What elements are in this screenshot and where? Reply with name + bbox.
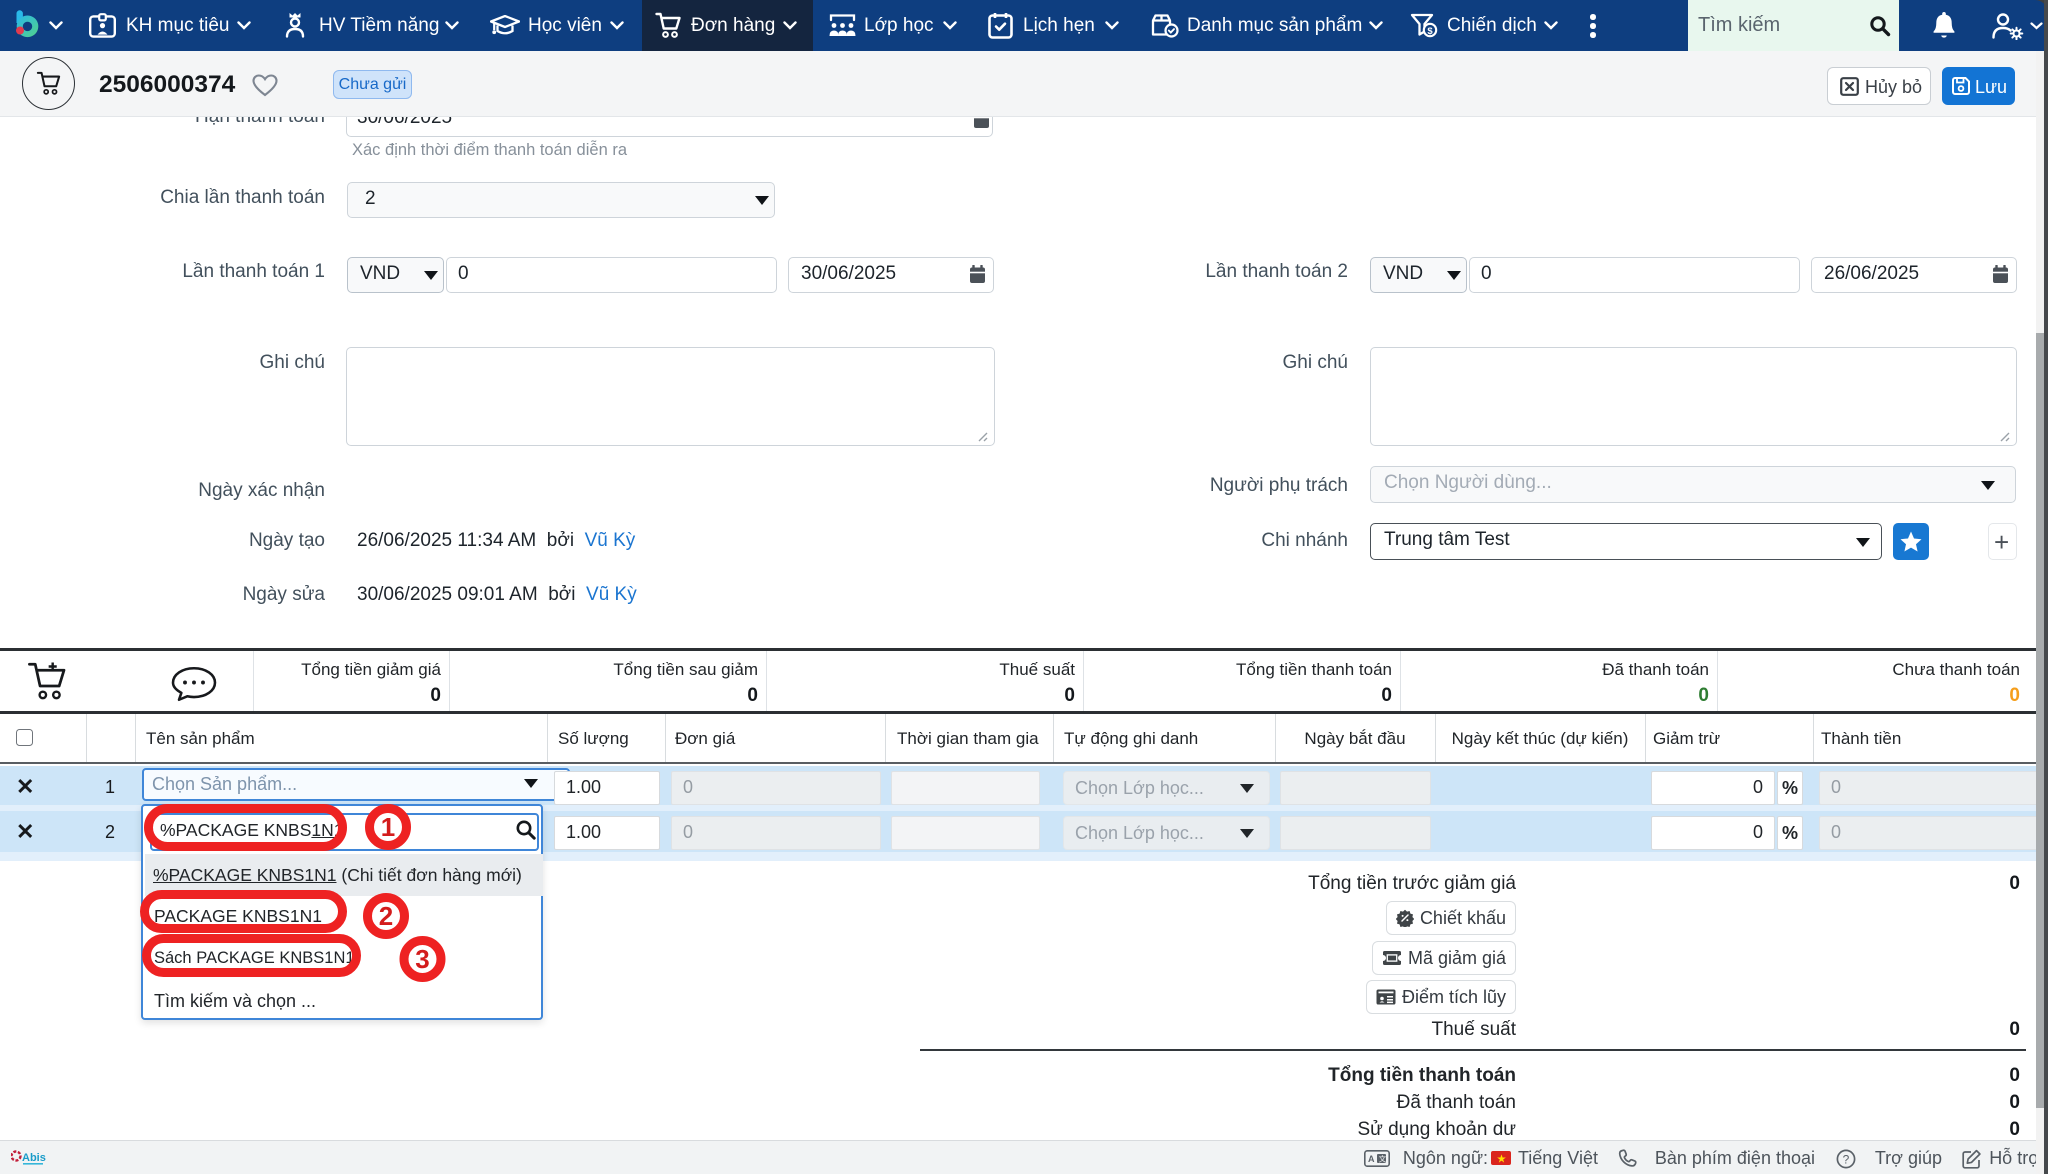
svg-text:A: A [1368, 1154, 1375, 1164]
svg-text:?: ? [1843, 1152, 1850, 1166]
svg-text:文: 文 [1379, 1153, 1387, 1163]
svg-text:Abis: Abis [22, 1152, 46, 1164]
svg-text:$: $ [1427, 26, 1433, 37]
